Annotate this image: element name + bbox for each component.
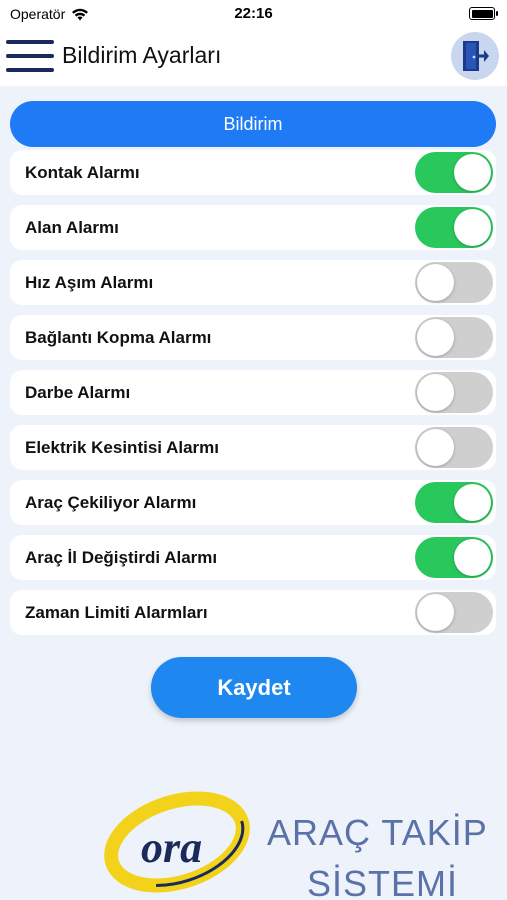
toggle-knob [417,374,454,411]
alarm-row: Darbe Alarmı [10,370,496,415]
alarm-label: Zaman Limiti Alarmları [25,603,208,622]
page-title: Bildirim Ayarları [62,42,222,68]
alarm-toggle[interactable] [415,427,493,468]
alarm-row: Elektrik Kesintisi Alarmı [10,425,496,470]
toggle-knob [417,594,454,631]
alarm-toggle[interactable] [415,207,493,248]
svg-text:ora: ora [141,823,202,872]
battery-icon [469,7,498,20]
alarm-row: Hız Aşım Alarmı [10,260,496,305]
brand-logo: ora ARAÇ TAKİP SİSTEMİ [95,785,507,900]
alarm-label: Darbe Alarmı [25,383,131,402]
status-bar: Operatör 22:16 [0,0,507,28]
alarm-label: Araç Çekiliyor Alarmı [25,493,197,512]
alarm-label: Kontak Alarmı [25,163,140,182]
alarm-row: Bağlantı Kopma Alarmı [10,315,496,360]
exit-button[interactable] [451,32,499,80]
toggle-knob [454,154,491,191]
toggle-knob [454,209,491,246]
alarm-toggle[interactable] [415,372,493,413]
alarm-row: Araç İl Değiştirdi Alarmı [10,535,496,580]
menu-icon[interactable] [6,36,56,76]
status-time: 22:16 [234,5,273,22]
header: Bildirim Ayarları [0,28,507,86]
alarm-row: Alan Alarmı [10,205,496,250]
alarm-label: Bağlantı Kopma Alarmı [25,328,212,347]
alarm-list: Kontak Alarmı Alan Alarmı Hız Aşım Alarmı B… [10,150,496,645]
alarm-row: Zaman Limiti Alarmları [10,590,496,635]
logout-icon [463,41,489,71]
section-header: Bildirim [10,101,496,147]
alarm-row: Kontak Alarmı [10,150,496,195]
alarm-row: Araç Çekiliyor Alarmı [10,480,496,525]
toggle-knob [454,484,491,521]
toggle-knob [454,539,491,576]
alarm-toggle[interactable] [415,592,493,633]
alarm-label: Alan Alarmı [25,218,119,237]
alarm-toggle[interactable] [415,317,493,358]
save-button[interactable]: Kaydet [151,657,357,718]
brand-line2: SİSTEMİ [307,863,459,900]
alarm-label: Hız Aşım Alarmı [25,273,154,292]
alarm-label: Elektrik Kesintisi Alarmı [25,438,220,457]
brand-line1: ARAÇ TAKİP [267,812,488,853]
alarm-label: Araç İl Değiştirdi Alarmı [25,548,218,567]
ora-logo: ora [104,791,250,893]
toggle-knob [417,429,454,466]
alarm-toggle[interactable] [415,262,493,303]
toggle-knob [417,264,454,301]
toggle-knob [417,319,454,356]
alarm-toggle[interactable] [415,482,493,523]
alarm-toggle[interactable] [415,152,493,193]
alarm-toggle[interactable] [415,537,493,578]
